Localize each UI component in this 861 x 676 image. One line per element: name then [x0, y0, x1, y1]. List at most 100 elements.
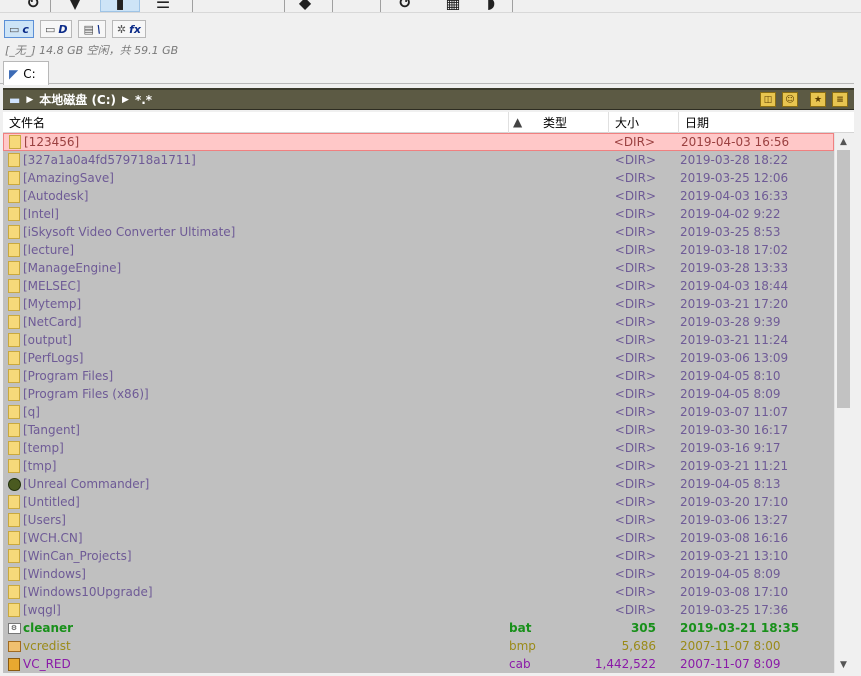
file-row[interactable]: [Tangent] <DIR> 2019-03-30 16:17 — [3, 421, 834, 439]
folder-size-icon[interactable]: ◫ — [760, 92, 776, 107]
file-date: 2019-03-25 8:53 — [680, 225, 781, 239]
folder-icon — [6, 207, 22, 221]
folder-icon — [6, 315, 22, 329]
file-size: <DIR> — [614, 315, 656, 329]
sort-ascending-icon: ▲ — [513, 115, 523, 129]
file-row[interactable]: [Windows10Upgrade] <DIR> 2019-03-08 17:10 — [3, 583, 834, 601]
file-row[interactable]: [MELSEC] <DIR> 2019-04-03 18:44 — [3, 277, 834, 295]
file-row[interactable]: [WinCan_Projects] <DIR> 2019-03-21 13:10 — [3, 547, 834, 565]
drive-d-button[interactable]: ▭ D — [39, 20, 73, 38]
drive-fx-button[interactable]: ✲ fx — [111, 20, 147, 38]
file-row[interactable]: [NetCard] <DIR> 2019-03-28 9:39 — [3, 313, 834, 331]
file-row[interactable]: [q] <DIR> 2019-03-07 11:07 — [3, 403, 834, 421]
file-row[interactable]: [wqgl] <DIR> 2019-03-25 17:36 — [3, 601, 834, 619]
file-row[interactable]: [Unreal Commander] <DIR> 2019-04-05 8:13 — [3, 475, 834, 493]
scroll-up-icon[interactable]: ▲ — [835, 133, 852, 150]
list-icon[interactable]: ☰ — [150, 0, 176, 12]
file-name: [WinCan_Projects] — [23, 549, 132, 563]
window-edge — [854, 60, 861, 676]
header-type[interactable]: ▲ 类型 — [509, 112, 609, 133]
file-row[interactable]: [Windows] <DIR> 2019-04-05 8:09 — [3, 565, 834, 583]
file-date: 2019-03-30 16:17 — [680, 423, 789, 437]
header-date[interactable]: 日期 — [679, 112, 829, 133]
file-list[interactable]: [123456] <DIR> 2019-04-03 16:56 [327a1a0a4f… — [3, 133, 834, 673]
file-name: [q] — [23, 405, 40, 419]
file-row[interactable]: [tmp] <DIR> 2019-03-21 11:21 — [3, 457, 834, 475]
file-row[interactable]: [Autodesk] <DIR> 2019-04-03 16:33 — [3, 187, 834, 205]
drive-c-button[interactable]: ▭ c — [4, 20, 34, 38]
file-row[interactable]: [123456] <DIR> 2019-04-03 16:56 — [3, 133, 834, 151]
file-date: 2019-03-06 13:09 — [680, 351, 789, 365]
computer-icon[interactable]: ▬ — [9, 93, 20, 107]
file-name: [Autodesk] — [23, 189, 89, 203]
panel-icon[interactable]: ▮ — [100, 0, 140, 12]
file-type: bat — [509, 621, 532, 635]
file-name: [123456] — [24, 135, 80, 149]
file-date: 2019-03-21 18:35 — [680, 621, 800, 635]
file-date: 2019-03-21 11:24 — [680, 333, 789, 347]
file-row[interactable]: [ManageEngine] <DIR> 2019-03-28 13:33 — [3, 259, 834, 277]
file-date: 2019-03-08 17:10 — [680, 585, 789, 599]
file-size: 305 — [630, 621, 656, 635]
main-toolbar: ↻ ▼ ▮ ☰ ◆ ↺ ▦ ◗ — [0, 0, 861, 13]
file-row[interactable]: ⚙ cleaner bat 305 2019-03-21 18:35 — [3, 619, 834, 637]
folder-icon — [6, 243, 22, 257]
file-row[interactable]: [iSkysoft Video Converter Ultimate] <DIR>… — [3, 223, 834, 241]
folder-icon — [6, 603, 22, 617]
file-name: [PerfLogs] — [23, 351, 84, 365]
file-size: <DIR> — [614, 459, 656, 473]
arrow-icon[interactable]: ▼ — [62, 0, 88, 12]
file-date: 2019-04-03 18:44 — [680, 279, 789, 293]
file-row[interactable]: [Mytemp] <DIR> 2019-03-21 17:20 — [3, 295, 834, 313]
file-row[interactable]: [output] <DIR> 2019-03-21 11:24 — [3, 331, 834, 349]
file-name: [Intel] — [23, 207, 59, 221]
bookmark-icon[interactable]: ★ — [810, 92, 826, 107]
file-size: 5,686 — [621, 639, 656, 653]
header-date-label: 日期 — [685, 116, 710, 130]
folder-icon — [6, 387, 22, 401]
drive-icon[interactable]: ◗ — [478, 0, 504, 12]
path-separator-icon: ▶ — [26, 94, 34, 105]
file-row[interactable]: [Users] <DIR> 2019-03-06 13:27 — [3, 511, 834, 529]
path-separator-icon: ▶ — [122, 94, 129, 105]
file-row[interactable]: vcredist bmp 5,686 2007-11-07 8:00 — [3, 637, 834, 655]
path-filter[interactable]: *.* — [135, 93, 152, 107]
history-icon[interactable]: ≡ — [832, 92, 848, 107]
file-row[interactable]: [PerfLogs] <DIR> 2019-03-06 13:09 — [3, 349, 834, 367]
file-name: [AmazingSave] — [23, 171, 114, 185]
file-name: [Tangent] — [23, 423, 80, 437]
drive-network-button[interactable]: ▤ \ — [78, 20, 106, 38]
undo-icon[interactable]: ↺ — [392, 0, 418, 12]
file-row[interactable]: [Untitled] <DIR> 2019-03-20 17:10 — [3, 493, 834, 511]
vertical-scrollbar[interactable]: ▲ ▼ — [834, 133, 851, 673]
file-row[interactable]: [AmazingSave] <DIR> 2019-03-25 12:06 — [3, 169, 834, 187]
file-row[interactable]: [Program Files (x86)] <DIR> 2019-04-05 8:0… — [3, 385, 834, 403]
cube-icon[interactable]: ◆ — [292, 0, 318, 12]
rotate-icon[interactable]: ↻ — [20, 0, 46, 12]
tab-c-drive[interactable]: ◤ C: — [3, 61, 49, 85]
file-row[interactable]: [327a1a0a4fd579718a1711] <DIR> 2019-03-28 … — [3, 151, 834, 169]
file-size: <DIR> — [614, 189, 656, 203]
header-size[interactable]: 大小 — [609, 112, 679, 133]
file-size: <DIR> — [614, 405, 656, 419]
folder-icon — [6, 171, 22, 185]
file-name: [Users] — [23, 513, 66, 527]
folder-favorite-icon[interactable]: ☺ — [782, 92, 798, 107]
folder-icon — [6, 351, 22, 365]
header-name[interactable]: 文件名 — [3, 112, 509, 133]
file-row[interactable]: [Program Files] <DIR> 2019-04-05 8:10 — [3, 367, 834, 385]
path-drive-label[interactable]: 本地磁盘 (C:) — [39, 91, 116, 108]
file-size: <DIR> — [614, 297, 656, 311]
file-row[interactable]: VC_RED cab 1,442,522 2007-11-07 8:09 — [3, 655, 834, 673]
file-name: [WCH.CN] — [23, 531, 83, 545]
file-row[interactable]: [lecture] <DIR> 2019-03-18 17:02 — [3, 241, 834, 259]
drive-letter: fx — [129, 22, 142, 36]
grid-icon[interactable]: ▦ — [440, 0, 466, 12]
path-bar: ▬ ▶ 本地磁盘 (C:) ▶ *.* ◫ ☺ ★ ≡ — [3, 88, 854, 110]
drive-letter: c — [22, 22, 29, 36]
file-row[interactable]: [WCH.CN] <DIR> 2019-03-08 16:16 — [3, 529, 834, 547]
scroll-thumb[interactable] — [837, 150, 850, 408]
file-row[interactable]: [Intel] <DIR> 2019-04-02 9:22 — [3, 205, 834, 223]
scroll-down-icon[interactable]: ▼ — [835, 656, 852, 673]
file-row[interactable]: [temp] <DIR> 2019-03-16 9:17 — [3, 439, 834, 457]
